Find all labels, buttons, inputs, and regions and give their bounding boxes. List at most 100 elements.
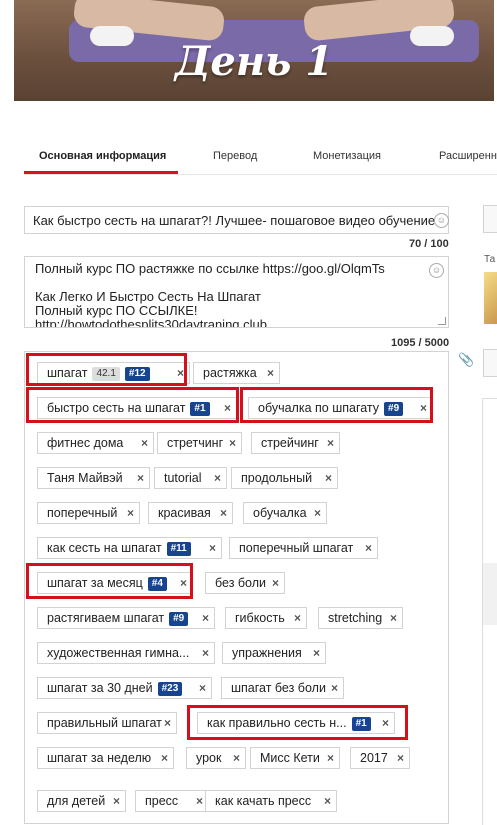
remove-tag-icon[interactable]: × bbox=[196, 791, 203, 811]
remove-tag-icon[interactable]: × bbox=[214, 468, 221, 488]
tag-label: обучалка bbox=[253, 506, 307, 520]
remove-tag-icon[interactable]: × bbox=[365, 538, 372, 558]
remove-tag-icon[interactable]: × bbox=[209, 538, 216, 558]
remove-tag-icon[interactable]: × bbox=[233, 748, 240, 768]
remove-tag-icon[interactable]: × bbox=[141, 433, 148, 453]
active-tab-indicator bbox=[24, 171, 178, 174]
tag-label: поперечный bbox=[47, 506, 118, 520]
emoji-icon[interactable]: ☺ bbox=[429, 263, 444, 278]
tag-label: Таня Майвэй bbox=[47, 471, 123, 485]
paperclip-icon[interactable]: 📎 bbox=[458, 352, 474, 368]
tag-chip[interactable]: шпагат за 30 дней #23 × bbox=[37, 677, 212, 699]
tag-label: 2017 bbox=[360, 751, 388, 765]
side-thumbnail[interactable] bbox=[484, 272, 497, 324]
remove-tag-icon[interactable]: × bbox=[267, 363, 274, 383]
tag-chip[interactable]: продольный × bbox=[231, 467, 338, 489]
remove-tag-icon[interactable]: × bbox=[229, 433, 236, 453]
description-char-counter: 1095 / 5000 bbox=[391, 337, 450, 349]
remove-tag-icon[interactable]: × bbox=[327, 433, 334, 453]
tag-chip[interactable]: пресс × bbox=[135, 790, 209, 812]
tab-basic-info[interactable]: Основная информация bbox=[39, 150, 166, 162]
tag-chip[interactable]: художественная гимна... × bbox=[37, 642, 215, 664]
remove-tag-icon[interactable]: × bbox=[127, 503, 134, 523]
tag-label: растягиваем шпагат bbox=[47, 611, 165, 625]
tag-chip[interactable]: упражнения × bbox=[222, 642, 326, 664]
tag-chip[interactable]: как сесть на шпагат #11 × bbox=[37, 537, 222, 559]
tag-chip[interactable]: растягиваем шпагат #9 × bbox=[37, 607, 215, 629]
remove-tag-icon[interactable]: × bbox=[202, 608, 209, 628]
tag-chip[interactable]: без боли × bbox=[205, 572, 285, 594]
remove-tag-icon[interactable]: × bbox=[324, 791, 331, 811]
tab-translation[interactable]: Перевод bbox=[213, 150, 257, 162]
tag-chip[interactable]: поперечный шпагат × bbox=[229, 537, 378, 559]
tag-chip[interactable]: фитнес дома × bbox=[37, 432, 154, 454]
tag-chip[interactable]: обучалка × bbox=[243, 502, 327, 524]
tag-label: правильный шпагат bbox=[47, 716, 162, 730]
tag-label: стретчинг bbox=[167, 436, 224, 450]
remove-tag-icon[interactable]: × bbox=[202, 643, 209, 663]
remove-tag-icon[interactable]: × bbox=[313, 643, 320, 663]
remove-tag-icon[interactable]: × bbox=[327, 748, 334, 768]
remove-tag-icon[interactable]: × bbox=[314, 503, 321, 523]
tag-chip[interactable]: стретчинг × bbox=[157, 432, 242, 454]
tag-chip[interactable]: шпагат без боли × bbox=[221, 677, 344, 699]
emoji-icon[interactable]: ☺ bbox=[434, 213, 449, 228]
description-textarea[interactable]: Полный курс ПО растяжке по ссылке https:… bbox=[24, 256, 449, 328]
tag-chip[interactable]: для детей × bbox=[37, 790, 126, 812]
remove-tag-icon[interactable]: × bbox=[220, 503, 227, 523]
tag-label: stretching bbox=[328, 611, 383, 625]
tag-chip[interactable]: стрейчинг × bbox=[251, 432, 340, 454]
remove-tag-icon[interactable]: × bbox=[325, 468, 332, 488]
remove-tag-icon[interactable]: × bbox=[161, 748, 168, 768]
tag-chip[interactable]: Мисс Кети × bbox=[250, 747, 340, 769]
tag-label: стрейчинг bbox=[261, 436, 319, 450]
tag-chip[interactable]: гибкость × bbox=[225, 607, 307, 629]
tag-label: для детей bbox=[47, 794, 106, 808]
tag-label: как сесть на шпагат bbox=[47, 541, 162, 555]
tag-label: шпагат за 30 дней bbox=[47, 681, 153, 695]
remove-tag-icon[interactable]: × bbox=[137, 468, 144, 488]
tag-label: растяжка bbox=[203, 366, 257, 380]
tab-advanced[interactable]: Расширенные bbox=[439, 150, 497, 162]
tab-bar: Основная информация Перевод Монетизация … bbox=[24, 140, 497, 175]
tag-highlight-box bbox=[187, 705, 408, 740]
tag-chip[interactable]: как качать пресс × bbox=[205, 790, 337, 812]
remove-tag-icon[interactable]: × bbox=[397, 748, 404, 768]
remove-tag-icon[interactable]: × bbox=[199, 678, 206, 698]
tag-chip[interactable]: урок × bbox=[186, 747, 246, 769]
remove-tag-icon[interactable]: × bbox=[164, 713, 171, 733]
tag-label: как качать пресс bbox=[215, 794, 312, 808]
tag-label: без боли bbox=[215, 576, 267, 590]
tag-label: поперечный шпагат bbox=[239, 541, 354, 555]
tag-chip[interactable]: tutorial × bbox=[154, 467, 227, 489]
description-line bbox=[35, 276, 438, 290]
tag-highlight-box bbox=[240, 387, 433, 423]
tag-label: художественная гимна... bbox=[47, 646, 190, 660]
title-input[interactable]: Как быстро сесть на шпагат?! Лучшее- пош… bbox=[24, 206, 449, 234]
tag-chip[interactable]: Таня Майвэй × bbox=[37, 467, 150, 489]
tag-chip[interactable]: красивая × bbox=[148, 502, 233, 524]
tag-highlight-box bbox=[26, 353, 187, 386]
tag-chip[interactable]: 2017 × bbox=[350, 747, 410, 769]
side-button[interactable] bbox=[483, 205, 497, 233]
tag-label: шпагат за неделю bbox=[47, 751, 152, 765]
remove-tag-icon[interactable]: × bbox=[113, 791, 120, 811]
tag-label: tutorial bbox=[164, 471, 202, 485]
tag-label: гибкость bbox=[235, 611, 285, 625]
remove-tag-icon[interactable]: × bbox=[331, 678, 338, 698]
tab-monetization[interactable]: Монетизация bbox=[313, 150, 381, 162]
tag-chip[interactable]: поперечный × bbox=[37, 502, 140, 524]
resize-handle-icon[interactable] bbox=[438, 317, 446, 325]
tag-chip[interactable]: stretching × bbox=[318, 607, 403, 629]
tag-label: фитнес дома bbox=[47, 436, 124, 450]
side-button-2[interactable] bbox=[483, 349, 497, 377]
tag-chip[interactable]: шпагат за неделю × bbox=[37, 747, 174, 769]
tag-label: Мисс Кети bbox=[260, 751, 320, 765]
tag-chip[interactable]: растяжка × bbox=[193, 362, 280, 384]
description-line: http://howtodothesplits30daytraning.club bbox=[35, 317, 267, 328]
remove-tag-icon[interactable]: × bbox=[294, 608, 301, 628]
tag-label: пресс bbox=[145, 794, 179, 808]
remove-tag-icon[interactable]: × bbox=[272, 573, 279, 593]
remove-tag-icon[interactable]: × bbox=[390, 608, 397, 628]
tag-chip[interactable]: правильный шпагат × bbox=[37, 712, 177, 734]
